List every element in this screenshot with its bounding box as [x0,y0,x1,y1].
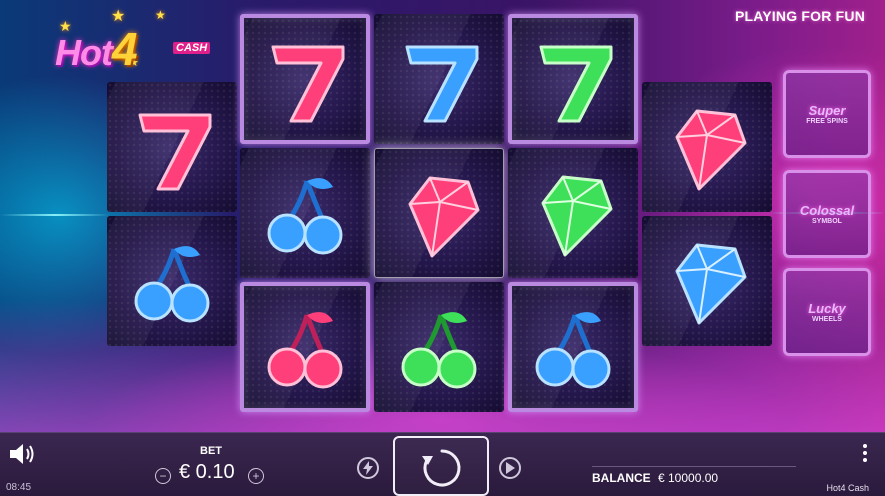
reel-2-row-1 [240,14,370,144]
reel-4-row-1 [508,14,638,144]
bet-label: BET [200,445,222,457]
spin-button[interactable] [393,436,489,496]
reel-2-row-2 [240,148,370,278]
reel-5-row-2 [642,216,772,346]
more-vertical-icon[interactable] [862,444,868,466]
feature-title: Lucky [808,301,846,316]
cherry-red-icon [267,312,343,389]
diamond-blue-icon [675,243,747,325]
feature-super-free-spins: Super FREE SPINS [783,70,871,158]
feature-subtitle: FREE SPINS [806,118,848,125]
balance-value: € 10000.00 [658,471,719,485]
feature-title: Colossal [799,203,855,218]
balance-label: BALANCE [592,471,651,485]
clock: 08:45 [6,482,32,493]
lightning-icon [363,461,373,475]
cherry-blue-icon [267,178,343,255]
reel-3-row-2 [374,148,504,278]
feature-subtitle: WHEELS [812,316,842,323]
reel-4-row-3 [508,282,638,412]
speaker-icon[interactable] [8,442,36,466]
light-beam-left [0,214,110,216]
cherry-blue-icon [535,312,611,389]
decrease-bet-button[interactable]: − [155,468,171,484]
reel-4-row-2 [508,148,638,278]
play-mode-label: PLAYING FOR FUN [734,8,865,24]
cherry-green-icon [401,312,477,389]
control-bar: BET − € 0.10 + BALANCE € 10000.00 08:45 … [0,432,885,496]
balance-divider [592,466,796,467]
game-stage: ★ ★ ★ ★ Hot4 CASH PLAYING FOR FUN Super [0,0,885,432]
reel-3-row-3 [374,282,504,412]
game-name-label: Hot4 Cash [826,483,869,493]
seven-red-icon [138,113,212,191]
spin-arrow-icon [422,449,461,487]
diamond-red-icon [675,109,747,191]
diamond-red-icon [408,176,480,258]
reel-5-row-1 [642,82,772,212]
play-icon [506,462,515,474]
logo-wordmark: Hot4 [55,23,138,75]
logo-cash-tag: CASH [173,42,211,54]
reel-1-row-2 [107,216,237,346]
increase-bet-button[interactable]: + [248,468,264,484]
reel-1-row-1 [107,82,237,212]
star-icon: ★ [155,8,166,22]
feature-colossal-symbol: Colossal SYMBOL [783,170,871,258]
diamond-green-icon [541,175,613,257]
autoplay-button[interactable] [499,457,521,479]
reel-2-row-3 [240,282,370,412]
reel-3-row-1 [374,14,504,144]
game-logo: ★ ★ ★ ★ Hot4 CASH [55,8,225,75]
seven-blue-icon [405,45,479,123]
feature-lucky-wheels: Lucky WHEELS [783,268,871,356]
feature-subtitle: SYMBOL [812,218,842,225]
seven-red-icon [271,45,345,123]
feature-title: Super [808,103,846,118]
bet-value: € 0.10 [179,461,235,483]
seven-green-icon [539,45,613,123]
cherry-blue-icon [134,246,210,323]
turbo-button[interactable] [357,457,379,479]
